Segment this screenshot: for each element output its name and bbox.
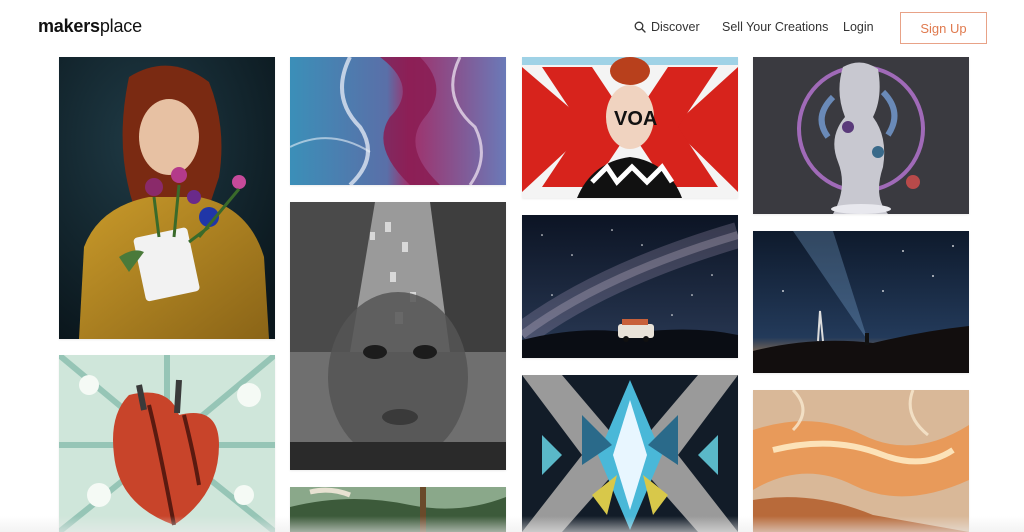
artwork-tile-flowing-bronze[interactable] (753, 390, 969, 532)
search-icon (634, 21, 646, 33)
logo-text-light: place (99, 16, 142, 36)
artwork-tile-fluid-marble[interactable] (290, 57, 506, 185)
artwork-tile-milky-way-van[interactable] (522, 215, 738, 358)
nav-login-link[interactable]: Login (843, 20, 874, 34)
sign-up-button[interactable]: Sign Up (900, 12, 987, 44)
artwork-tile-landscape-painting[interactable] (290, 487, 506, 532)
artwork-image-woman-flowers (59, 57, 275, 339)
artwork-tile-kaleidoscope[interactable] (522, 375, 738, 532)
artwork-image-redhead-portrait: VOA (522, 57, 738, 198)
nav-sell-your-creations-link[interactable]: Sell Your Creations (722, 20, 828, 34)
artwork-image-milky-way-van (522, 215, 738, 358)
svg-text:VOA: VOA (614, 108, 657, 130)
artwork-image-flowing-bronze (753, 390, 969, 532)
artwork-image-fluid-marble (290, 57, 506, 185)
artwork-image-sculpture-halo (753, 57, 969, 214)
artwork-image-landscape-painting (290, 487, 506, 532)
artwork-image-anatomical-heart (59, 355, 275, 532)
artwork-tile-redhead-portrait[interactable]: VOA (522, 57, 738, 198)
nav-discover-link[interactable]: Discover (634, 20, 700, 34)
artwork-image-child-city (290, 202, 506, 470)
artwork-tile-child-city[interactable] (290, 202, 506, 470)
artwork-image-night-flashlight (753, 231, 969, 373)
site-header: makersplace Discover Sell Your Creations… (0, 0, 1024, 56)
makersplace-logo[interactable]: makersplace (38, 16, 142, 37)
artwork-tile-sculpture-halo[interactable] (753, 57, 969, 214)
discover-label: Discover (651, 20, 700, 34)
logo-text-bold: makers (38, 16, 100, 36)
artwork-tile-woman-flowers[interactable] (59, 57, 275, 339)
artwork-tile-anatomical-heart[interactable] (59, 355, 275, 532)
artwork-tile-night-flashlight[interactable] (753, 231, 969, 373)
artwork-image-kaleidoscope (522, 375, 738, 532)
